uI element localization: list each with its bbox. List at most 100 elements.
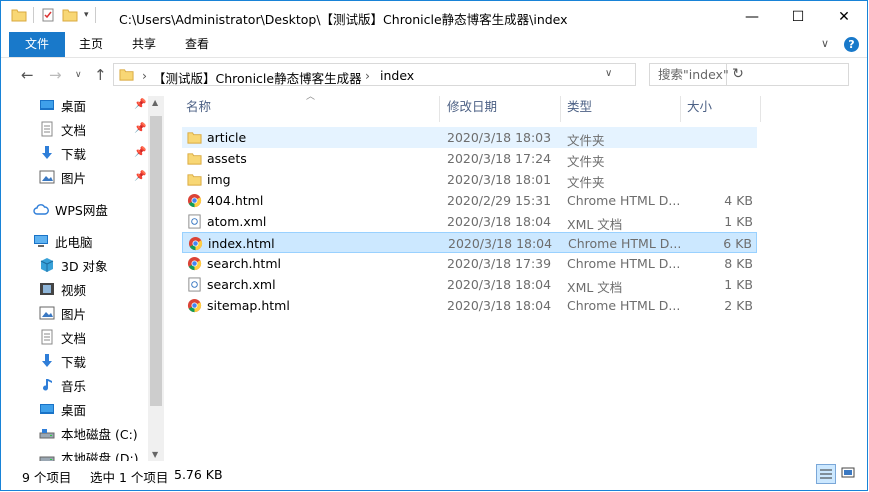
chrome-icon [188,236,203,251]
file-row[interactable]: article 2020/3/18 18:03 文件夹 [182,127,757,148]
file-row[interactable]: search.html 2020/3/18 17:39 Chrome HTML D.… [182,253,757,274]
search-input[interactable]: 搜索"index" [649,63,849,86]
pin-icon[interactable]: 📌 [134,123,146,134]
pin-icon[interactable]: 📌 [134,171,146,182]
nav-item-desktop[interactable]: 桌面 [39,94,86,116]
file-type: 文件夹 [567,175,605,190]
folder-icon[interactable] [11,7,27,23]
file-type: XML 文档 [567,280,623,295]
column-divider[interactable] [760,96,761,122]
file-name: search.html [207,256,281,271]
pin-icon[interactable]: 📌 [134,99,146,110]
customize-qat-icon[interactable]: ▾ [84,10,89,20]
file-name: sitemap.html [207,298,290,313]
tab-view[interactable]: 查看 [175,32,219,57]
ribbon-expand-icon[interactable]: ∨ [821,37,829,50]
file-type: Chrome HTML D... [567,298,681,313]
file-row[interactable]: search.xml 2020/3/18 18:04 XML 文档 1 KB [182,274,757,295]
scrollbar-thumb[interactable] [150,116,162,406]
breadcrumb-separator: › [142,68,147,83]
file-row[interactable]: sitemap.html 2020/3/18 18:04 Chrome HTML D… [182,295,757,316]
help-icon[interactable]: ? [844,37,859,52]
nav-item-documents[interactable]: 文档 [39,118,86,140]
nav-item-3d-objects[interactable]: 3D 对象 [39,254,108,276]
picture-icon [39,306,55,320]
recent-locations-icon[interactable]: ∨ [75,70,82,80]
nav-item-label: 本地磁盘 (C:) [61,426,138,442]
nav-item-desktop-pc[interactable]: 桌面 [39,398,86,420]
minimize-button[interactable]: — [729,1,775,32]
3d-objects-icon [40,258,54,272]
divider [94,7,96,23]
scroll-down-icon[interactable]: ▼ [152,450,158,459]
tab-home[interactable]: 主页 [69,32,113,57]
properties-icon[interactable] [40,7,56,23]
forward-arrow-icon[interactable]: → [49,66,62,84]
file-name: img [207,172,231,187]
video-icon [40,283,54,295]
file-date: 2020/3/18 18:04 [448,236,553,251]
close-button[interactable]: ✕ [821,1,867,32]
window-controls: — ☐ ✕ [729,1,867,32]
file-date: 2020/3/18 18:04 [447,277,552,292]
nav-item-drive-d[interactable]: 本地磁盘 (D:) [39,446,139,461]
file-date: 2020/3/18 18:04 [447,214,552,229]
nav-item-documents-pc[interactable]: 文档 [39,326,86,348]
chrome-icon [187,193,202,208]
maximize-button[interactable]: ☐ [775,1,821,32]
column-divider[interactable] [439,96,440,122]
file-type: Chrome HTML D... [567,256,681,271]
column-divider[interactable] [680,96,681,122]
nav-item-wps[interactable]: WPS网盘 [33,198,108,220]
new-folder-icon[interactable] [62,7,78,23]
nav-item-downloads-pc[interactable]: 下载 [39,350,86,372]
file-row[interactable]: atom.xml 2020/3/18 18:04 XML 文档 1 KB [182,211,757,232]
column-header-size[interactable]: 大小 [687,92,712,122]
scroll-up-icon[interactable]: ▲ [152,98,158,107]
column-header-type[interactable]: 类型 [567,92,592,122]
file-row[interactable]: 404.html 2020/2/29 15:31 Chrome HTML D... 4… [182,190,757,211]
column-divider[interactable] [560,96,561,122]
window-title: C:\Users\Administrator\Desktop\【测试版】Chro… [119,12,568,27]
explorer-window: ▾ C:\Users\Administrator\Desktop\【测试版】Ch… [0,0,868,491]
chrome-icon [187,298,202,313]
tab-share[interactable]: 共享 [122,32,166,57]
address-bar[interactable]: › 【测试版】Chronicle静态博客生成器 › index ∨ ↻ [113,63,744,87]
pin-icon[interactable]: 📌 [134,147,146,158]
nav-item-downloads[interactable]: 下载 [39,142,86,164]
details-view-icon[interactable] [816,464,836,484]
nav-item-label: 图片 [61,170,87,186]
file-type: 文件夹 [567,154,605,169]
file-date: 2020/3/18 17:24 [447,151,552,166]
file-row[interactable]: img 2020/3/18 18:01 文件夹 [182,169,757,190]
back-arrow-icon[interactable]: ← [21,66,34,84]
up-arrow-icon[interactable]: ↑ [94,66,107,84]
drive-icon [39,456,55,461]
folder-icon [187,172,202,187]
breadcrumb-separator: › [365,68,370,83]
nav-item-label: 此电脑 [55,234,93,250]
nav-item-music[interactable]: 音乐 [39,374,86,396]
nav-item-label: 桌面 [61,402,87,418]
nav-item-drive-c[interactable]: 本地磁盘 (C:) [39,422,138,444]
file-row[interactable]: assets 2020/3/18 17:24 文件夹 [182,148,757,169]
file-date: 2020/3/18 18:01 [447,172,552,187]
breadcrumb-parent[interactable]: 【测试版】Chronicle静态博客生成器 [153,68,362,87]
large-icons-view-icon[interactable] [839,464,859,484]
address-dropdown-icon[interactable]: ∨ [605,68,612,79]
nav-item-this-pc[interactable]: 此电脑 [33,230,93,252]
nav-item-pictures-pc[interactable]: 图片 [39,302,86,324]
column-header-name[interactable]: 名称 [186,92,211,122]
sort-indicator-icon: ︿ [306,92,316,102]
file-type: XML 文档 [567,217,623,232]
nav-item-pictures[interactable]: 图片 [39,166,86,188]
drive-icon [39,429,55,439]
nav-scrollbar[interactable]: ▲ ▼ [148,96,164,461]
column-header-date[interactable]: 修改日期 [447,92,497,122]
breadcrumb-current[interactable]: index [380,68,414,83]
nav-item-videos[interactable]: 视频 [39,278,86,300]
divider [33,7,34,23]
file-row[interactable]: index.html 2020/3/18 18:04 Chrome HTML D..… [182,232,757,253]
tab-file[interactable]: 文件 [9,32,65,57]
file-name: search.xml [207,277,276,292]
